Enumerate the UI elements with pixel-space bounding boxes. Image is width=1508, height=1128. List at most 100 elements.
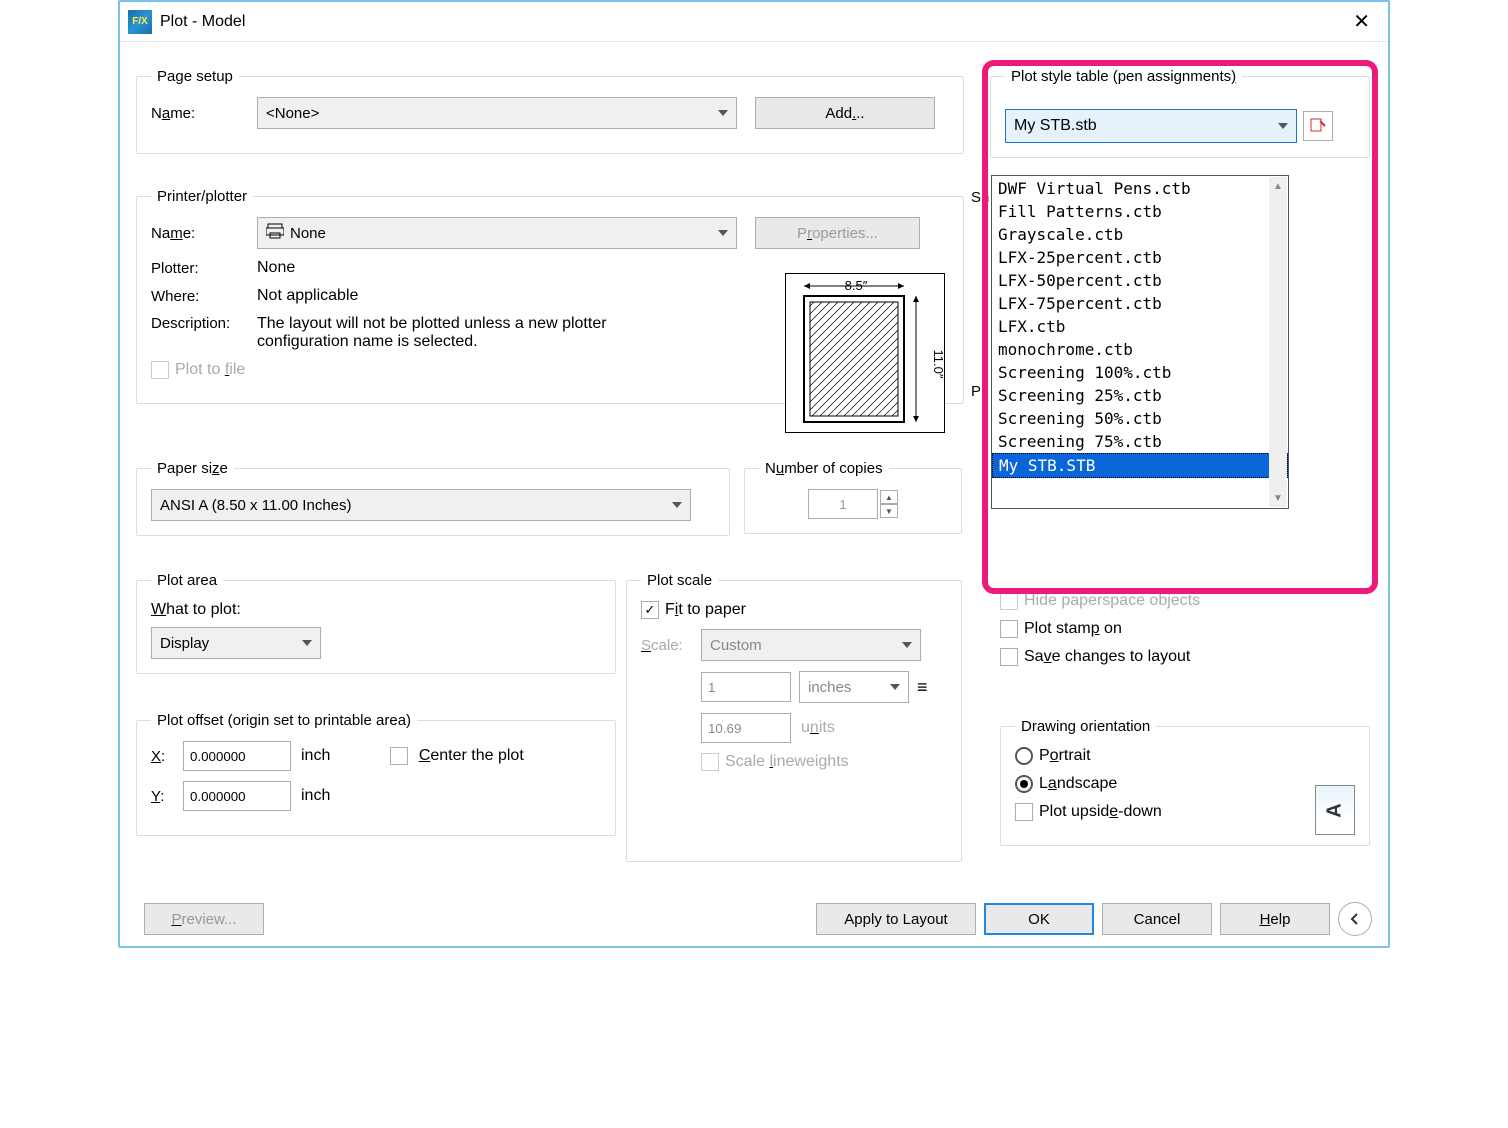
plot-style-option[interactable]: Grayscale.ctb [992, 223, 1288, 246]
plot-scale-group: Plot scale ✓ Fit to paper Scale: Custom … [626, 572, 962, 862]
paper-size-select[interactable]: ANSI A (8.50 x 11.00 Inches) [151, 489, 691, 521]
landscape-radio[interactable] [1015, 775, 1033, 793]
pencil-icon [1309, 117, 1327, 135]
save-changes-label: Save changes to layout [1024, 648, 1190, 666]
center-plot-label: Center the plot [419, 747, 524, 764]
paper-size-value: ANSI A (8.50 x 11.00 Inches) [160, 497, 352, 514]
chevron-down-icon [302, 640, 312, 646]
plot-style-option[interactable]: LFX-50percent.ctb [992, 269, 1288, 292]
hide-paperspace-label: Hide paperspace objects [1024, 592, 1200, 610]
what-to-plot-select[interactable]: Display [151, 627, 321, 659]
paper-preview-icon: 8.5″ 11.0″ [785, 273, 945, 433]
plot-style-option[interactable]: Screening 50%.ctb [992, 407, 1288, 430]
properties-button: Properties... [755, 217, 920, 249]
printer-name-label: Name: [151, 225, 257, 242]
plot-style-option[interactable]: Fill Patterns.ctb [992, 200, 1288, 223]
scroll-down-icon[interactable]: ▼ [1269, 489, 1287, 507]
plot-style-option[interactable]: LFX-75percent.ctb [992, 292, 1288, 315]
desc-label: Description: [151, 315, 257, 332]
save-changes-checkbox[interactable] [1000, 648, 1018, 666]
hide-paperspace-checkbox [1000, 592, 1018, 610]
copies-input[interactable] [808, 489, 878, 519]
plot-style-group: Plot style table (pen assignments) My ST… [990, 68, 1370, 158]
scrollbar[interactable]: ▲ ▼ [1269, 177, 1287, 507]
plot-style-option[interactable]: Screening 75%.ctb [992, 430, 1288, 453]
plot-offset-legend: Plot offset (origin set to printable are… [151, 712, 417, 729]
y-input[interactable] [183, 781, 291, 811]
upside-down-label: Plot upside-down [1039, 803, 1162, 821]
what-to-plot-label: What to plot: [151, 601, 601, 619]
portrait-radio[interactable] [1015, 747, 1033, 765]
app-icon: F/X [128, 10, 152, 34]
help-button[interactable]: Help [1220, 903, 1330, 935]
page-setup-legend: Page setup [151, 68, 239, 85]
scale-label: Scale: [641, 637, 701, 654]
copies-spinner[interactable]: ▲▼ [880, 490, 898, 518]
upside-down-checkbox[interactable] [1015, 803, 1033, 821]
plot-style-option[interactable]: LFX-25percent.ctb [992, 246, 1288, 269]
landscape-label: Landscape [1039, 775, 1117, 793]
where-value: Not applicable [257, 287, 358, 305]
fit-to-paper-label: Fit to paper [665, 601, 746, 619]
plot-style-dropdown[interactable]: DWF Virtual Pens.ctbFill Patterns.ctbGra… [991, 175, 1289, 509]
scale-value2-input [701, 713, 791, 743]
preview-button[interactable]: Preview... [144, 903, 264, 935]
scale-lineweights-label: Scale lineweights [725, 753, 849, 771]
fit-to-paper-checkbox[interactable]: ✓ [641, 601, 659, 619]
page-setup-name-value: <None> [266, 105, 319, 122]
plot-style-option[interactable]: DWF Virtual Pens.ctb [992, 177, 1288, 200]
plot-scale-legend: Plot scale [641, 572, 718, 589]
printer-legend: Printer/plotter [151, 188, 253, 205]
what-to-plot-value: Display [160, 635, 209, 652]
add-button[interactable]: Add... [755, 97, 935, 129]
orientation-legend: Drawing orientation [1015, 718, 1156, 735]
chevron-down-icon [672, 502, 682, 508]
plot-style-option[interactable]: My STB.STB [992, 453, 1288, 478]
plot-style-option[interactable]: Screening 25%.ctb [992, 384, 1288, 407]
expand-button[interactable] [1338, 902, 1372, 936]
scale-unit-value: inches [808, 679, 851, 696]
copies-legend: Number of copies [759, 460, 889, 477]
page-setup-name-select[interactable]: <None> [257, 97, 737, 129]
page-setup-group: Page setup Name: <None> Add... [136, 68, 964, 154]
shaded-cut-label: Sh [971, 189, 989, 206]
plot-style-option[interactable]: LFX.ctb [992, 315, 1288, 338]
plot-to-file-checkbox [151, 361, 169, 379]
cancel-button[interactable]: Cancel [1102, 903, 1212, 935]
chevron-down-icon [890, 684, 900, 690]
plotter-label: Plotter: [151, 260, 257, 277]
y-unit: inch [301, 787, 330, 805]
center-plot-option[interactable]: Center the plot [390, 747, 523, 765]
printer-name-select[interactable]: None [257, 217, 737, 249]
plotter-value: None [257, 259, 295, 277]
plot-style-option[interactable]: Screening 100%.ctb [992, 361, 1288, 384]
x-input[interactable] [183, 741, 291, 771]
titlebar: F/X Plot - Model ✕ [120, 2, 1388, 42]
plot-dialog: F/X Plot - Model ✕ Page setup Name: <Non… [118, 0, 1390, 948]
chevron-down-icon [718, 110, 728, 116]
equals-icon: ≡ [917, 677, 928, 698]
plot-stamp-checkbox[interactable] [1000, 620, 1018, 638]
svg-text:11.0″: 11.0″ [931, 350, 946, 379]
plot-style-select[interactable]: My STB.stb [1005, 109, 1297, 143]
edit-style-button[interactable] [1303, 111, 1333, 141]
page-setup-name-label: Name: [151, 105, 257, 122]
scroll-up-icon[interactable]: ▲ [1269, 177, 1287, 195]
paper-size-group: Paper size ANSI A (8.50 x 11.00 Inches) [136, 460, 730, 536]
ok-button[interactable]: OK [984, 903, 1094, 935]
scale-unit-select[interactable]: inches [799, 671, 909, 703]
plot-area-legend: Plot area [151, 572, 223, 589]
apply-to-layout-button[interactable]: Apply to Layout [816, 903, 976, 935]
plot-style-option[interactable]: monochrome.ctb [992, 338, 1288, 361]
plot-area-group: Plot area What to plot: Display [136, 572, 616, 674]
plot-to-file-label: Plot to file [175, 361, 245, 379]
orientation-icon: A [1315, 785, 1355, 835]
chevron-down-icon [902, 642, 912, 648]
close-icon[interactable]: ✕ [1343, 5, 1380, 38]
paper-size-legend: Paper size [151, 460, 234, 477]
y-label: Y: [151, 788, 183, 805]
center-plot-checkbox[interactable] [390, 747, 408, 765]
printer-group: Printer/plotter Name: None Properties...… [136, 188, 964, 404]
plotopt-cut-label: Pl [971, 383, 984, 400]
orientation-group: Drawing orientation Portrait Landscape P… [1000, 718, 1370, 846]
